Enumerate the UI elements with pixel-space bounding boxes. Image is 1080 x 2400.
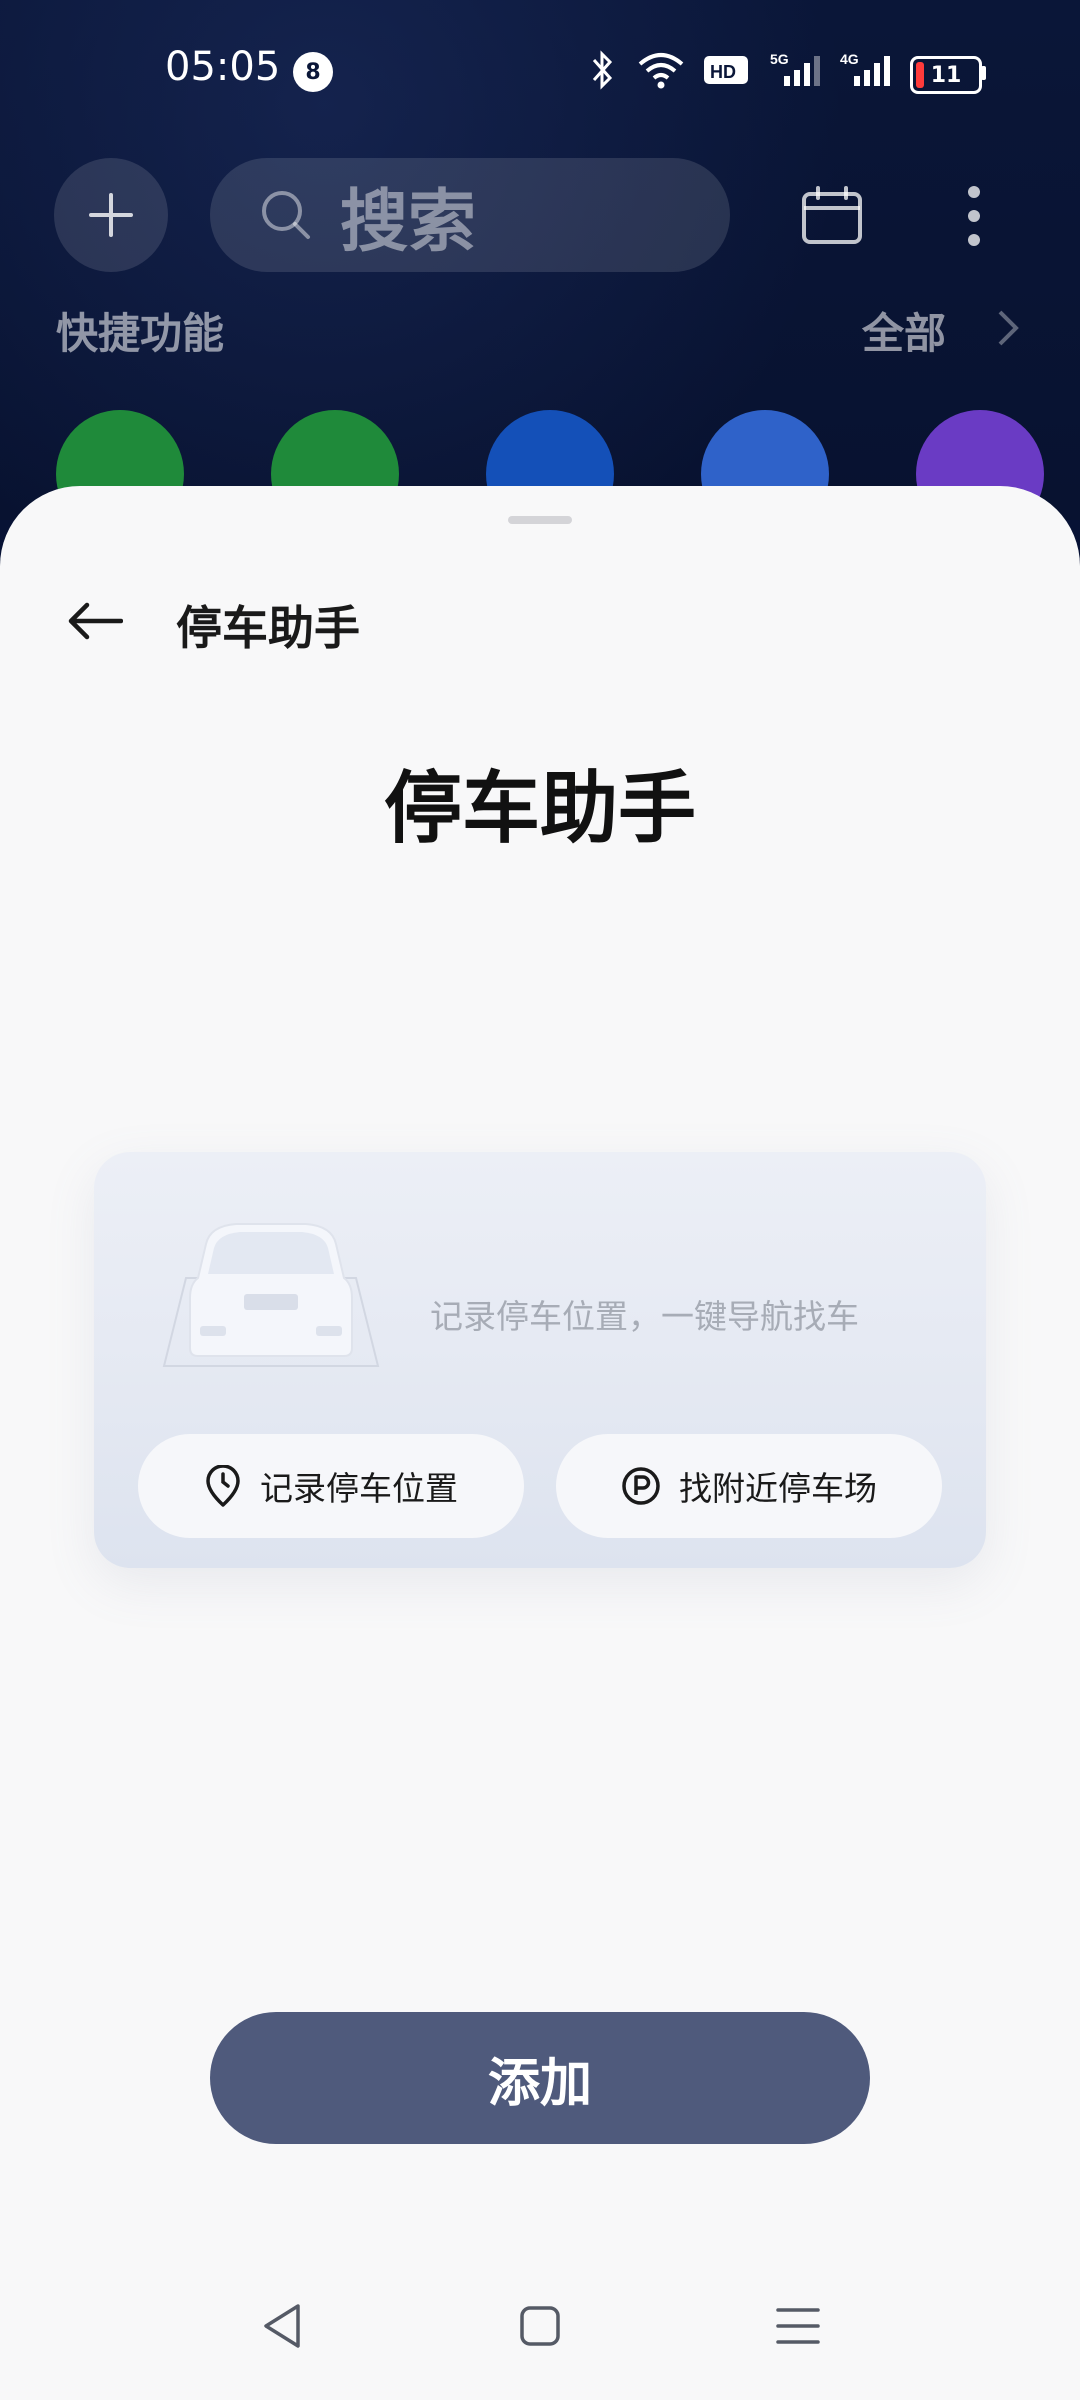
notification-badge: 8 bbox=[293, 52, 333, 92]
all-link[interactable]: 全部 bbox=[862, 300, 946, 361]
record-parking-button[interactable]: 记录停车位置 bbox=[138, 1434, 524, 1538]
search-input[interactable]: 搜索 bbox=[210, 158, 730, 272]
search-icon bbox=[262, 191, 310, 239]
status-time: 05:05 bbox=[165, 44, 281, 90]
quick-functions-title: 快捷功能 bbox=[56, 309, 225, 358]
sheet-grabber[interactable] bbox=[508, 516, 572, 524]
find-parking-button[interactable]: 找附近停车场 bbox=[556, 1434, 942, 1538]
battery-indicator: 11 bbox=[910, 56, 982, 94]
parking-icon bbox=[622, 1467, 660, 1505]
calendar-icon[interactable] bbox=[800, 184, 864, 248]
hd-icon: HD bbox=[704, 56, 748, 84]
search-placeholder: 搜索 bbox=[340, 182, 477, 262]
find-parking-label: 找附近停车场 bbox=[679, 1469, 877, 1508]
back-arrow-icon bbox=[68, 602, 123, 640]
plus-icon bbox=[89, 193, 133, 237]
sheet-title: 停车助手 bbox=[176, 601, 360, 655]
status-bar: 05:05 8 HD 5G 4G 11 bbox=[0, 0, 1080, 140]
home-background: 05:05 8 HD 5G 4G 11 搜索 快捷功能 全部 bbox=[0, 0, 1080, 538]
bottom-sheet: 停车助手 停车助手 记录停车位置，一键导航找车 记录停车位置 找附近停车场 添加 bbox=[0, 486, 1080, 2400]
svg-text:4G: 4G bbox=[840, 51, 859, 67]
nav-back-icon[interactable] bbox=[258, 2300, 306, 2352]
more-vertical-icon[interactable] bbox=[962, 184, 986, 248]
add-button[interactable]: 添加 bbox=[210, 2012, 870, 2144]
battery-tip bbox=[981, 66, 986, 80]
add-shortcut-button[interactable] bbox=[54, 158, 168, 272]
wifi-icon bbox=[638, 53, 684, 89]
svg-text:5G: 5G bbox=[770, 51, 789, 67]
bluetooth-icon bbox=[592, 50, 613, 90]
system-nav-bar bbox=[0, 2260, 1080, 2400]
location-pin-icon bbox=[206, 1465, 240, 1507]
battery-text: 11 bbox=[930, 62, 962, 88]
back-button[interactable] bbox=[60, 586, 130, 656]
nav-menu-icon[interactable] bbox=[774, 2300, 822, 2352]
record-parking-label: 记录停车位置 bbox=[260, 1469, 458, 1508]
signal-4g-icon: 4G bbox=[840, 51, 890, 86]
nav-home-icon[interactable] bbox=[516, 2300, 564, 2352]
car-illustration-icon bbox=[162, 1223, 380, 1367]
parking-widget-card[interactable]: 记录停车位置，一键导航找车 记录停车位置 找附近停车场 bbox=[94, 1152, 986, 1568]
chevron-right-icon[interactable] bbox=[996, 308, 1020, 348]
page-heading: 停车助手 bbox=[383, 764, 696, 854]
widget-description: 记录停车位置，一键导航找车 bbox=[430, 1297, 859, 1336]
svg-text:HD: HD bbox=[710, 62, 736, 82]
signal-5g-icon: 5G bbox=[770, 51, 820, 86]
battery-level bbox=[916, 62, 924, 88]
